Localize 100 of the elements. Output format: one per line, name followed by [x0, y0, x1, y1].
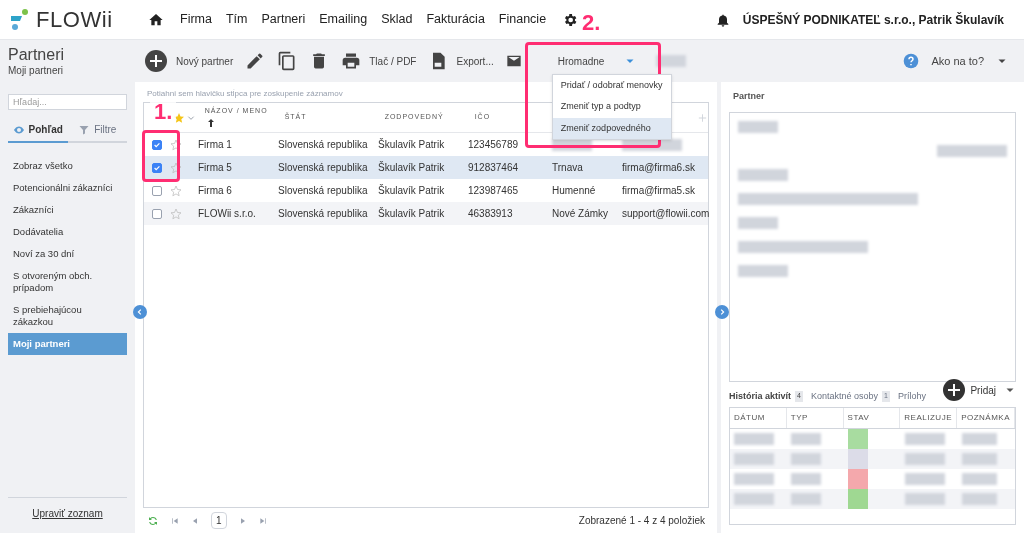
- table-cell-text: Firma 1: [197, 138, 233, 152]
- table-cell-text: Firma 6: [197, 184, 233, 198]
- table-cell-text: Slovenská republika: [277, 138, 369, 152]
- menu-item[interactable]: Zmeniť zodpovedného: [552, 117, 671, 139]
- menu-item[interactable]: Zmeniť typ a podtyp: [552, 96, 671, 118]
- table-cell: support@flowii.com: [622, 208, 710, 219]
- column-header: POZNÁMKA: [957, 408, 1016, 428]
- sidebar-item[interactable]: Zákazníci: [8, 199, 127, 221]
- home-icon: [148, 11, 164, 28]
- annotation-label: 2.: [582, 12, 601, 34]
- sidebar-item[interactable]: Noví za 30 dní: [8, 243, 127, 265]
- nav-link[interactable]: Emailing: [319, 10, 368, 29]
- sidebar-item[interactable]: Zobraz všetko: [8, 155, 127, 177]
- sidebar-item[interactable]: Potencionálni zákazníci: [8, 177, 127, 199]
- toolbar-button[interactable]: Nový partner: [144, 49, 234, 73]
- table-cell-text: 123987465: [467, 184, 520, 198]
- blurred-text: [905, 433, 945, 445]
- caret-icon: [187, 113, 196, 122]
- sidebar-tab[interactable]: Pohľad: [8, 122, 68, 143]
- printer-icon: [341, 51, 362, 71]
- table-cell-text: FLOWii s.r.o.: [197, 207, 257, 221]
- settings-icon: [562, 11, 579, 28]
- chevron-left-icon: [136, 308, 144, 316]
- add-icon: [942, 378, 967, 403]
- nav-link[interactable]: Tím: [225, 10, 248, 29]
- toolbar-icon-button[interactable]: [277, 51, 298, 71]
- blurred-text: [905, 493, 945, 505]
- brand-name: FLOWii: [36, 6, 113, 34]
- add-button[interactable]: Pridaj: [942, 378, 996, 403]
- star-icon[interactable]: [169, 161, 182, 174]
- toolbar-button[interactable]: Export...: [428, 51, 494, 71]
- sidebar-item[interactable]: S prebiehajúcou zákazkou: [8, 299, 127, 333]
- search-field[interactable]: Hľadaj...: [8, 94, 127, 110]
- detail-tab[interactable]: Prílohy: [897, 389, 926, 403]
- table-cell: Nové Zámky: [552, 208, 609, 219]
- expand-handle[interactable]: [715, 305, 729, 319]
- page-title: Partneri: [8, 44, 66, 65]
- page-subtitle: Moji partneri: [8, 64, 65, 78]
- filter-icon: [78, 123, 91, 136]
- grid-row[interactable]: Firma 5 Slovenská republika Škulavík Patrik 912837464 Trnava firma@firma6.sk: [144, 156, 708, 179]
- nav-link[interactable]: Fakturácia: [426, 10, 485, 29]
- checkbox[interactable]: [151, 208, 162, 219]
- previous-page-icon: [191, 516, 199, 525]
- table-cell-text: Firma 5: [197, 161, 233, 175]
- sidebar-item[interactable]: Dodávatelia: [8, 221, 127, 243]
- table-cell-text: Škulavík Patrik: [377, 183, 446, 198]
- table-cell-text: Škulavík Patrik: [377, 206, 446, 221]
- table-cell-text: 123456789: [467, 138, 520, 152]
- first-page-icon: [171, 516, 179, 525]
- nav-link[interactable]: Partneri: [261, 10, 306, 29]
- last-page-icon: [258, 516, 267, 525]
- checkbox[interactable]: [151, 162, 162, 173]
- column-header: TYP: [786, 408, 844, 428]
- bulk-dropdown[interactable]: Hromadne: [549, 49, 645, 73]
- edit-list-link[interactable]: Upraviť zoznam: [32, 506, 103, 521]
- nav-link[interactable]: Sklad: [381, 10, 413, 29]
- blurred-text: [905, 453, 945, 465]
- toolbar-button[interactable]: Tlač / PDF: [341, 51, 417, 71]
- blurred-text: [791, 453, 821, 465]
- star-icon[interactable]: [169, 138, 182, 151]
- add-icon: [144, 49, 168, 73]
- checkbox[interactable]: [151, 185, 162, 196]
- sidebar-item[interactable]: S otvoreným obch. prípadom: [8, 265, 127, 299]
- table-cell: firma@firma5.sk: [622, 185, 695, 196]
- help-button[interactable]: Ako na to?: [931, 52, 984, 70]
- table-cell-text: Slovenská republika: [277, 207, 369, 221]
- page-number[interactable]: 1: [211, 512, 227, 529]
- blurred-text: [738, 264, 788, 277]
- help-icon: [903, 53, 920, 69]
- nav-link[interactable]: Financie: [498, 10, 547, 29]
- blurred-text: [962, 453, 997, 465]
- nav-link[interactable]: Firma: [180, 10, 212, 29]
- column-header: STAV: [843, 408, 901, 428]
- table-cell: Trnava: [552, 162, 583, 173]
- collapse-handle[interactable]: [133, 305, 147, 319]
- table-cell-text: 46383913: [467, 207, 514, 221]
- blurred-text: [738, 216, 778, 229]
- pager-summary: Zobrazené 1 - 4 z 4 položiek: [578, 514, 706, 528]
- column-header: DÁTUM: [730, 408, 787, 428]
- checkbox[interactable]: [151, 139, 162, 150]
- blurred-text: [734, 473, 774, 485]
- blurred-text: [738, 120, 778, 133]
- annotation-label: 1.: [150, 101, 177, 123]
- user-company-name[interactable]: ÚSPEŠNÝ PODNIKATEĽ s.r.o., Patrik Škulavík: [742, 10, 1004, 29]
- sidebar-tab[interactable]: Filtre: [67, 122, 127, 143]
- grid-row[interactable]: Firma 6 Slovenská republika Škulavík Patrik 123987465 Humenné firma@firma5.sk: [144, 179, 708, 202]
- toolbar-icon-button[interactable]: [505, 53, 522, 69]
- star-icon[interactable]: [169, 184, 182, 197]
- blurred-text: [791, 433, 821, 445]
- blurred-text: [962, 433, 997, 445]
- blurred-text: [738, 168, 788, 181]
- menu-item[interactable]: Pridať / odobrať menovky: [552, 74, 671, 96]
- star-icon[interactable]: [169, 207, 182, 220]
- table-cell: Humenné: [552, 185, 596, 196]
- table-cell-text: Slovenská republika: [277, 184, 369, 198]
- column-header: REALIZUJE: [900, 408, 958, 428]
- table-cell-text: Škulavík Patrik: [377, 160, 446, 175]
- grid-row[interactable]: FLOWii s.r.o. Slovenská republika Škulavík Patrik 46383913 Nové Zámky support@flowii.com: [144, 202, 708, 225]
- table-cell-text: Slovenská republika: [277, 161, 369, 175]
- chevron-right-icon: [718, 308, 726, 316]
